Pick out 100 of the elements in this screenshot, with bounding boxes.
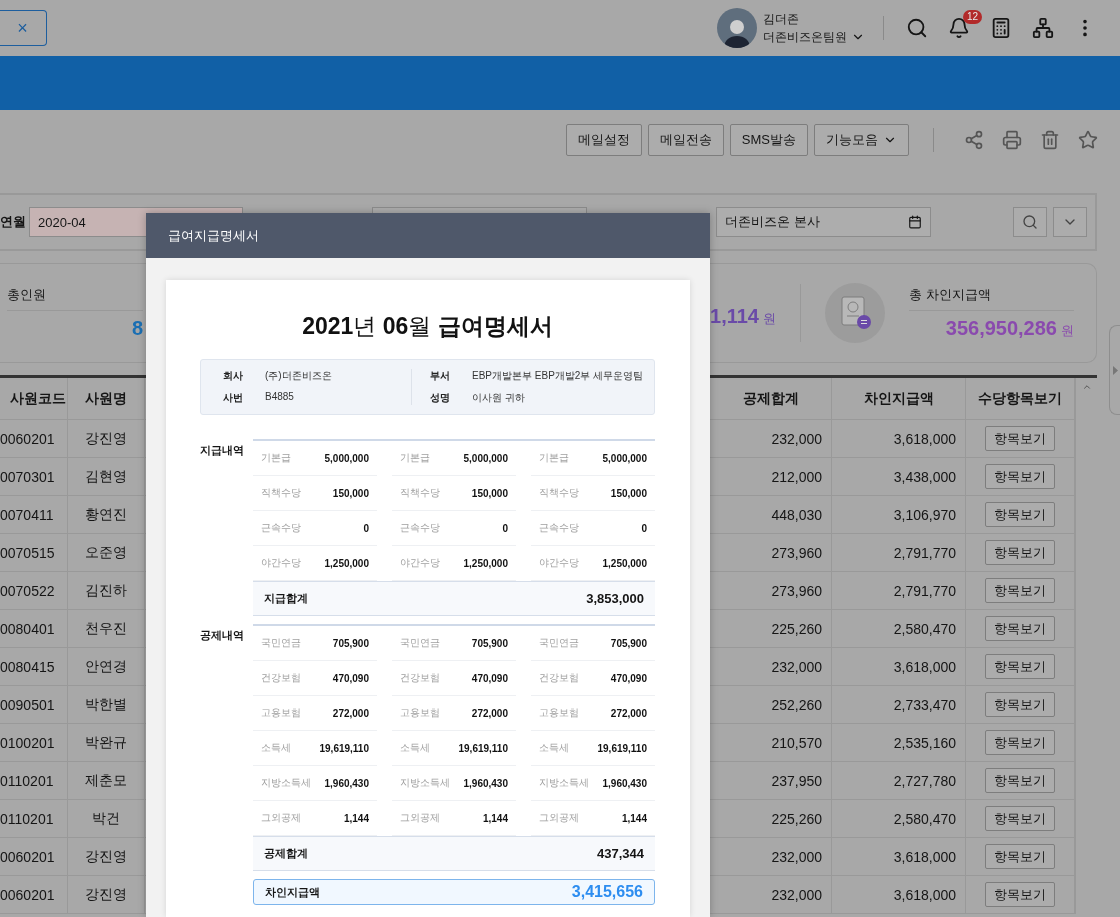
function-menu-button[interactable]: 기능모음: [814, 124, 909, 156]
table-cell: 황연진: [68, 496, 145, 534]
table-cell: 0070301: [0, 458, 68, 496]
net-pay-label: 차인지급액: [265, 884, 320, 900]
view-items-button[interactable]: 항목보기: [985, 844, 1055, 869]
total-label: 지급합계: [264, 591, 308, 606]
total-value: 3,853,000: [586, 591, 644, 606]
table-cell: 박완규: [68, 724, 145, 762]
table-cell: 박건: [68, 800, 145, 838]
table-cell: 0090501: [0, 686, 68, 724]
item-value: 150,000: [471, 487, 508, 499]
view-items-button[interactable]: 항목보기: [985, 502, 1055, 527]
column-header: 사원명: [68, 378, 145, 420]
section-label: 지급내역: [200, 443, 245, 458]
toolbar-button[interactable]: SMS발송: [729, 124, 808, 156]
item-value: 5,000,000: [324, 452, 369, 464]
table-cell: 2,580,470: [832, 800, 966, 838]
table-cell: 0100201: [0, 724, 68, 762]
table-cell: 0080401: [0, 610, 68, 648]
table-cell: 3,618,000: [832, 838, 966, 876]
item-label: 소득세: [539, 741, 569, 755]
item-label: 그외공제: [539, 811, 579, 825]
share-icon[interactable]: [964, 130, 984, 150]
summary-label: 총인원: [7, 286, 143, 311]
item-label: 직책수당: [261, 486, 301, 500]
item-label: 지방소득세: [539, 776, 589, 790]
item-label: 소득세: [261, 741, 291, 755]
table-cell: 2,580,470: [832, 610, 966, 648]
star-icon[interactable]: [1078, 130, 1098, 150]
info-value: (주)더존비즈온: [265, 369, 333, 383]
toolbar-button[interactable]: 메일설정: [565, 124, 642, 156]
item-value: 272,000: [471, 707, 508, 719]
item-label: 야간수당: [261, 556, 301, 570]
trash-icon[interactable]: [1040, 130, 1060, 150]
calculator-icon[interactable]: [990, 17, 1012, 39]
item-label: 기본급: [400, 451, 430, 465]
info-value: B4885: [265, 391, 295, 404]
net-pay-value: 3,415,656: [571, 883, 643, 901]
item-value: 1,144: [482, 812, 508, 824]
table-cell: 2,791,770: [832, 534, 966, 572]
item-value: 19,619,110: [458, 742, 508, 754]
print-icon[interactable]: [1002, 130, 1022, 150]
item-value: 1,250,000: [463, 557, 508, 569]
item-value: 1,144: [343, 812, 369, 824]
item-value: 5,000,000: [463, 452, 508, 464]
view-items-button[interactable]: 항목보기: [985, 730, 1055, 755]
view-items-button[interactable]: 항목보기: [985, 882, 1055, 907]
view-items-button[interactable]: 항목보기: [985, 540, 1055, 565]
item-value: 1,250,000: [602, 557, 647, 569]
view-items-button[interactable]: 항목보기: [985, 654, 1055, 679]
item-label: 고용보험: [539, 706, 579, 720]
table-cell: 0110201: [0, 762, 68, 800]
item-value: 0: [363, 522, 369, 534]
side-panel-handle[interactable]: [1109, 325, 1120, 415]
view-items-button[interactable]: 항목보기: [985, 806, 1055, 831]
view-items-button[interactable]: 항목보기: [985, 426, 1055, 451]
view-items-button[interactable]: 항목보기: [985, 616, 1055, 641]
item-label: 근속수당: [261, 521, 301, 535]
column-header: 수당항목보기: [966, 378, 1075, 420]
avatar: [717, 8, 757, 48]
view-items-button[interactable]: 항목보기: [985, 692, 1055, 717]
scroll-up-icon[interactable]: [1081, 382, 1092, 392]
view-items-button[interactable]: 항목보기: [985, 768, 1055, 793]
table-cell: 2,791,770: [832, 572, 966, 610]
item-value: 5,000,000: [602, 452, 647, 464]
item-value: 150,000: [610, 487, 647, 499]
search-icon[interactable]: [906, 17, 928, 39]
item-value: 470,090: [471, 672, 508, 684]
total-label: 공제합계: [264, 846, 308, 861]
view-items-button[interactable]: 항목보기: [985, 464, 1055, 489]
table-cell: 0060201: [0, 876, 68, 914]
table-cell: 0070515: [0, 534, 68, 572]
info-label: 회사: [223, 369, 244, 383]
table-cell: 안연경: [68, 648, 145, 686]
search-button[interactable]: [1013, 207, 1047, 237]
org-chart-icon[interactable]: [1032, 17, 1054, 39]
info-value: EBP개발본부 EBP개발2부 세무운영팀: [472, 369, 645, 383]
table-cell: 0080415: [0, 648, 68, 686]
item-label: 건강보험: [539, 671, 579, 685]
view-items-button[interactable]: 항목보기: [985, 578, 1055, 603]
item-value: 705,900: [610, 637, 647, 649]
info-label: 사번: [223, 391, 244, 405]
table-cell: 3,438,000: [832, 458, 966, 496]
calendar-icon[interactable]: [908, 215, 922, 229]
item-value: 272,000: [332, 707, 369, 719]
section-label: 공제내역: [200, 628, 245, 643]
item-label: 건강보험: [261, 671, 301, 685]
item-value: 1,960,430: [602, 777, 647, 789]
summary-label: 총 차인지급액: [909, 286, 1074, 311]
item-value: 470,090: [332, 672, 369, 684]
dialog-title: 급여지급명세서: [146, 213, 710, 258]
search-icon: [1022, 214, 1038, 230]
user-team[interactable]: 더존비즈온팀원: [763, 28, 847, 46]
notification-count: 12: [962, 10, 982, 24]
item-value: 272,000: [610, 707, 647, 719]
item-label: 고용보험: [400, 706, 440, 720]
table-cell: 천우진: [68, 610, 145, 648]
toolbar-button[interactable]: 메일전송: [647, 124, 724, 156]
summary-value: 8: [130, 317, 143, 340]
table-cell: 김현영: [68, 458, 145, 496]
